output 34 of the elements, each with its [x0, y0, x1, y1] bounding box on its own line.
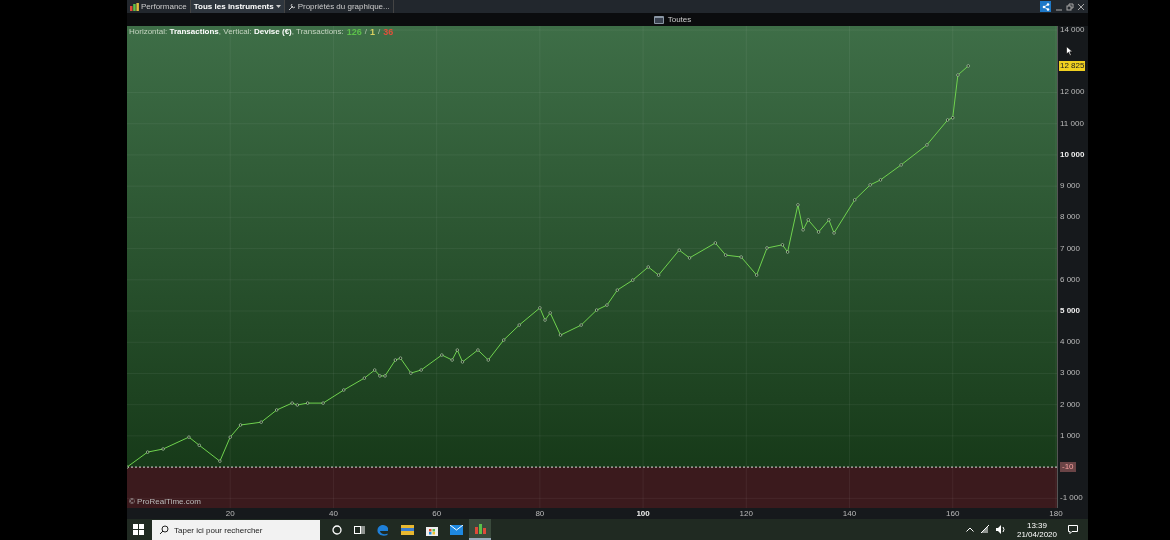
- separator: /: [378, 27, 381, 37]
- axis-label: 4 000: [1060, 337, 1081, 348]
- axis-label: 140: [841, 508, 858, 519]
- axis-label: 11 000: [1060, 118, 1084, 129]
- axis-label: 20: [224, 508, 236, 519]
- axis-label: 1 000: [1060, 430, 1081, 441]
- axis-label: 80: [534, 508, 546, 519]
- axis-label: 5 000: [1060, 306, 1081, 316]
- zero-tag: -10: [1060, 462, 1076, 473]
- axis-label: 60: [431, 508, 443, 519]
- axis-label: 7 000: [1060, 243, 1081, 254]
- axis-label: 2 000: [1060, 399, 1081, 410]
- axis-label: 40: [327, 508, 339, 519]
- axis-label: 9 000: [1060, 181, 1081, 192]
- axis-label: 12 000: [1060, 87, 1085, 98]
- clock-time: 13:39: [1026, 520, 1047, 530]
- axis-label: 3 000: [1060, 368, 1081, 379]
- axis-label: 180: [1048, 508, 1064, 519]
- axis-label: 6 000: [1060, 274, 1081, 285]
- chart-info: Horizontal: Transactions, Vertical: Devise (€), Transactions:: [129, 27, 344, 37]
- clock-date: 21/04/2020: [1016, 529, 1057, 539]
- axis-label: 160: [945, 508, 961, 519]
- axis-label: 100: [635, 508, 651, 519]
- separator: /: [364, 27, 368, 37]
- axis-label: 120: [738, 508, 754, 519]
- last-value-tag: 12 825: [1059, 60, 1086, 71]
- transaction-count: 126: [346, 27, 362, 37]
- transaction-count: 36: [383, 27, 394, 37]
- axis-label: 10 000: [1060, 149, 1085, 160]
- axis-label: 8 000: [1060, 212, 1081, 223]
- axis-label: 14 000: [1060, 25, 1085, 36]
- axis-label: -1 000: [1060, 493, 1083, 504]
- transaction-count: 1: [370, 27, 376, 37]
- copyright-text: © ProRealTime.com: [129, 497, 201, 506]
